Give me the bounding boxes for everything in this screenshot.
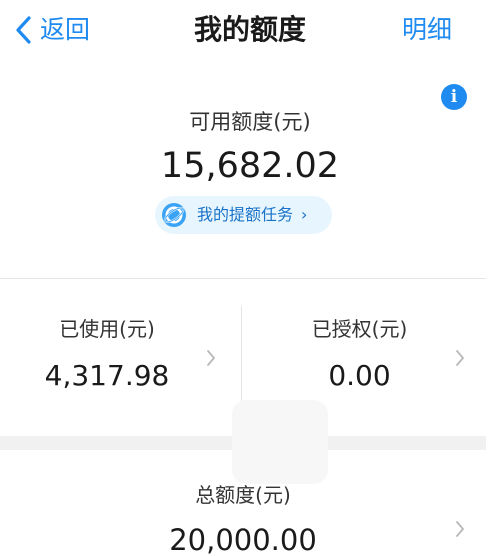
- total-credit-label: 总额度(元): [195, 483, 291, 507]
- authorized-credit-value: 0.00: [328, 359, 391, 392]
- credit-task-label: 我的提额任务: [197, 205, 294, 224]
- chevron-right-icon: [456, 350, 464, 366]
- total-credit-value: 20,000.00: [169, 523, 317, 556]
- blurred-overlay: [232, 400, 328, 484]
- used-credit-cell[interactable]: 已使用(元) 4,317.98: [0, 306, 240, 416]
- edge-strip: [486, 0, 500, 556]
- total-credit-cell[interactable]: 总额度(元) 20,000.00: [0, 476, 486, 556]
- used-credit-label: 已使用(元): [59, 317, 155, 341]
- authorized-credit-label: 已授权(元): [311, 317, 408, 341]
- planet-icon: [162, 203, 186, 227]
- chevron-right-icon: [207, 350, 215, 366]
- available-credit-label: 可用额度(元): [189, 110, 311, 134]
- available-credit-amount: 15,682.02: [160, 146, 340, 186]
- credit-limit-page: 返回 我的额度 明细 i 可用额度(元) 15,682.02 我的提额任务 › …: [0, 0, 500, 556]
- used-credit-value: 4,317.98: [44, 359, 170, 392]
- details-button[interactable]: 明细: [402, 10, 452, 50]
- chevron-right-icon: ›: [301, 205, 308, 224]
- credit-increase-task-button[interactable]: 我的提额任务 ›: [155, 196, 332, 234]
- section-divider: [0, 278, 486, 279]
- chevron-right-icon: [456, 521, 464, 537]
- navigation-bar: 返回 我的额度 明细: [0, 0, 500, 62]
